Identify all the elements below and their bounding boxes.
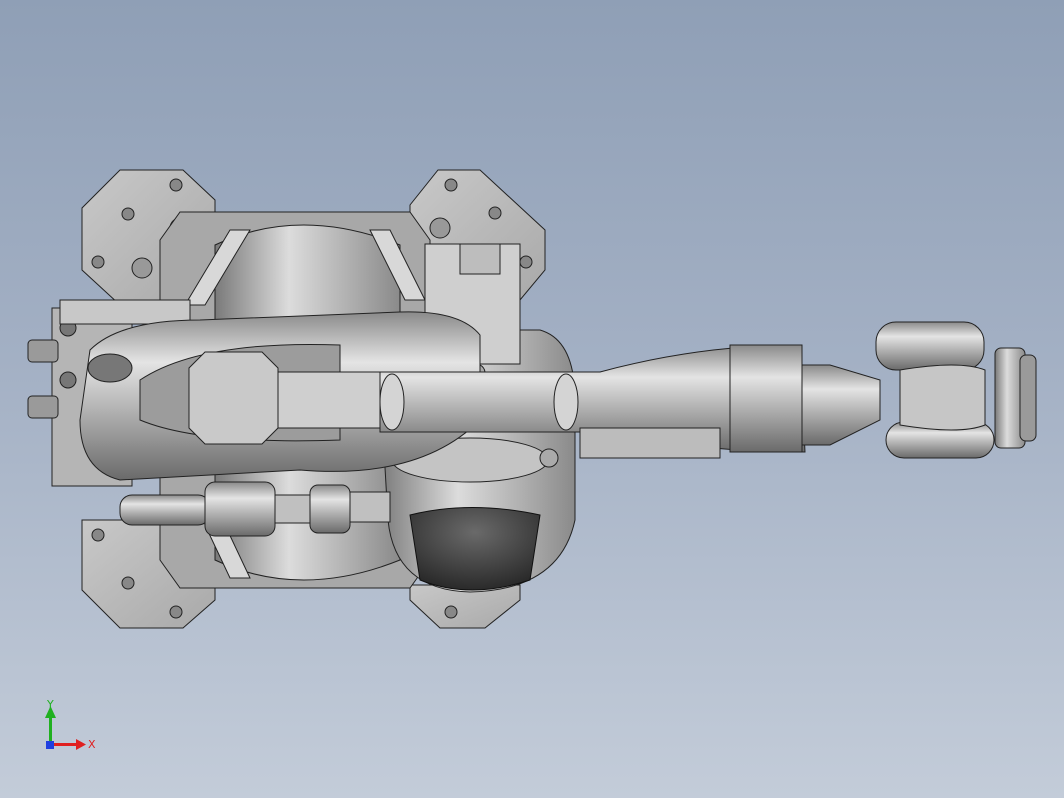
coordinate-triad: Y X [45, 698, 96, 751]
triad-y-label: Y [46, 698, 54, 711]
triad-x-arrow [76, 739, 86, 750]
wrist-assembly[interactable] [801, 321, 1037, 459]
triad-origin [46, 741, 54, 749]
robot-arm-model[interactable] [0, 0, 1064, 798]
triad-x-label: X [88, 738, 96, 751]
cad-viewport[interactable]: Y X [0, 0, 1064, 798]
triad-x-axis [50, 743, 78, 746]
